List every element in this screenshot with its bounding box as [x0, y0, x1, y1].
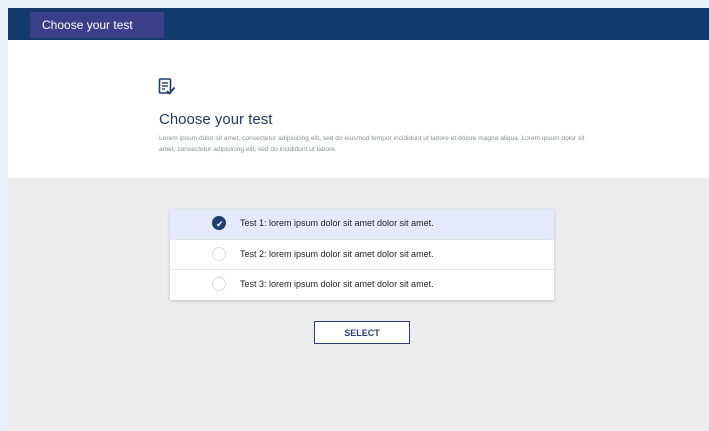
top-bar: Choose your test	[8, 8, 709, 40]
document-check-icon	[158, 78, 176, 95]
page-description: Lorem ipsum dolor sit amet, consectetur …	[159, 135, 585, 153]
test-option-label: Test 3: lorem ipsum dolor sit amet dolor…	[240, 279, 434, 290]
test-option-2[interactable]: Test 2: lorem ipsum dolor sit amet dolor…	[170, 240, 554, 271]
app-window: Choose your test Choose your test Lorem …	[8, 8, 709, 431]
test-option-list: ✔ Test 1: lorem ipsum dolor sit amet dol…	[170, 209, 554, 300]
radio-unchecked[interactable]	[212, 246, 226, 261]
tab-choose-your-test[interactable]: Choose your test	[30, 12, 164, 38]
radio-unchecked[interactable]	[212, 277, 226, 292]
radio-checked[interactable]: ✔	[212, 216, 226, 230]
test-option-3[interactable]: Test 3: lorem ipsum dolor sit amet dolor…	[170, 270, 554, 300]
test-option-label: Test 2: lorem ipsum dolor sit amet dolor…	[240, 248, 434, 259]
test-option-label: Test 1: lorem ipsum dolor sit amet dolor…	[240, 218, 434, 228]
select-button[interactable]: SELECT	[314, 321, 410, 344]
test-option-1[interactable]: ✔ Test 1: lorem ipsum dolor sit amet dol…	[170, 209, 554, 240]
header-section: Choose your test Lorem ipsum dolor sit a…	[8, 40, 709, 178]
page-title: Choose your test	[159, 111, 273, 128]
checkmark-icon: ✔	[216, 219, 224, 229]
